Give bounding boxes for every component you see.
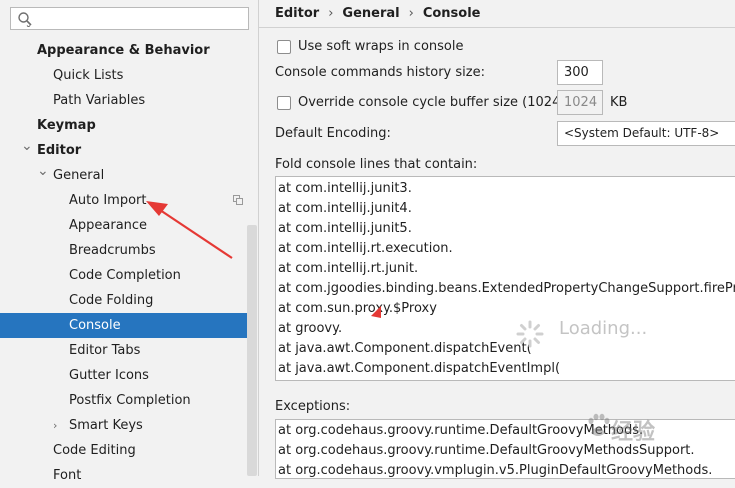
breadcrumb-separator: ›: [328, 6, 334, 21]
history-size-input[interactable]: 300: [557, 60, 603, 85]
breadcrumb-console: Console: [422, 6, 481, 21]
fold-lines-label: Fold console lines that contain:: [275, 157, 478, 172]
override-buffer-label: Override console cycle buffer size (1024…: [298, 95, 587, 110]
soft-wraps-label: Use soft wraps in console: [298, 39, 464, 54]
sidebar-item-keymap[interactable]: Keymap: [0, 113, 257, 138]
list-item[interactable]: at com.intellij.junit5.: [278, 219, 412, 239]
sidebar-item-auto-import[interactable]: Auto Import: [0, 188, 257, 213]
sidebar-item-appearance[interactable]: Appearance: [0, 213, 257, 238]
sidebar-scrollbar[interactable]: [247, 225, 257, 476]
list-item[interactable]: at com.intellij.rt.junit.: [278, 259, 418, 279]
sidebar-item-label: Gutter Icons: [69, 368, 149, 383]
list-item[interactable]: at com.intellij.junit4.: [278, 199, 412, 219]
loading-spinner-icon: [516, 320, 544, 348]
list-item[interactable]: at com.intellij.junit3.: [278, 179, 412, 199]
breadcrumb-separator: ›: [408, 6, 414, 21]
search-input[interactable]: [35, 10, 244, 29]
sidebar-item-postfix-completion[interactable]: Postfix Completion: [0, 388, 257, 413]
sidebar-item-label: Code Editing: [53, 443, 136, 458]
sidebar-item-label: Console: [69, 318, 121, 333]
encoding-dropdown[interactable]: <System Default: UTF-8>: [557, 121, 735, 146]
chevron-down-icon[interactable]: ⌄: [37, 159, 49, 184]
sidebar-item-code-editing[interactable]: Code Editing: [0, 438, 257, 463]
sidebar-item-path-variables[interactable]: Path Variables: [0, 88, 257, 113]
sidebar-item-label: Appearance: [69, 218, 148, 233]
header-divider: [259, 27, 735, 28]
sidebar-item-label: Code Completion: [69, 268, 181, 283]
list-item[interactable]: at com.jgoodies.binding.beans.ExtendedPr…: [278, 279, 735, 299]
sidebar-item-general[interactable]: ⌄ General: [0, 163, 257, 188]
sidebar-item-label: Path Variables: [53, 93, 146, 108]
list-item[interactable]: at java.awt.Component.dispatchEvent(: [278, 339, 532, 359]
sidebar-item-label: Keymap: [37, 118, 96, 133]
sidebar-item-quick-lists[interactable]: Quick Lists: [0, 63, 257, 88]
sidebar-item-console[interactable]: Console: [0, 313, 257, 338]
sidebar-item-gutter-icons[interactable]: Gutter Icons: [0, 363, 257, 388]
sidebar-item-label: Appearance & Behavior: [37, 43, 210, 58]
sidebar-item-label: Smart Keys: [69, 418, 143, 433]
sidebar-item-code-completion[interactable]: Code Completion: [0, 263, 257, 288]
override-buffer-checkbox[interactable]: [277, 96, 291, 110]
settings-sidebar: Appearance & Behavior Quick Lists Path Var…: [0, 0, 259, 483]
sidebar-item-label: Quick Lists: [53, 68, 124, 83]
sidebar-item-editor-tabs[interactable]: Editor Tabs: [0, 338, 257, 363]
default-encoding-label: Default Encoding:: [275, 126, 391, 141]
chevron-down-icon[interactable]: ⌄: [21, 134, 33, 159]
settings-search-box[interactable]: [10, 7, 249, 30]
sidebar-item-label: Postfix Completion: [69, 393, 191, 408]
exceptions-list[interactable]: at org.codehaus.groovy.runtime.DefaultGr…: [275, 419, 735, 479]
sidebar-item-label: Auto Import: [69, 193, 147, 208]
sidebar-item-code-folding[interactable]: Code Folding: [0, 288, 257, 313]
soft-wraps-checkbox[interactable]: [277, 40, 291, 54]
loading-text: Loading...: [559, 318, 648, 339]
console-settings-panel: Editor › General › Console Use soft wraps in…: [259, 0, 735, 479]
sidebar-item-appearance-behavior[interactable]: Appearance & Behavior: [0, 38, 257, 63]
watermark: 经验: [611, 420, 656, 445]
fold-lines-list[interactable]: at com.intellij.junit3. at com.intellij.j…: [275, 176, 735, 381]
list-item[interactable]: at com.sun.proxy.$Proxy: [278, 299, 437, 319]
sidebar-item-label: Code Folding: [69, 293, 154, 308]
chevron-right-icon[interactable]: ›: [53, 413, 57, 438]
breadcrumb-editor[interactable]: Editor: [275, 6, 319, 21]
sidebar-item-label: Editor Tabs: [69, 343, 141, 358]
breadcrumb-general[interactable]: General: [342, 6, 399, 21]
buffer-unit-label: KB: [610, 95, 628, 110]
sidebar-item-label: General: [53, 168, 105, 183]
buffer-size-input[interactable]: 1024: [557, 90, 603, 115]
exceptions-label: Exceptions:: [275, 399, 351, 414]
sidebar-item-breadcrumbs[interactable]: Breadcrumbs: [0, 238, 257, 263]
sidebar-item-label: Breadcrumbs: [69, 243, 156, 258]
list-item[interactable]: at org.codehaus.groovy.vmplugin.v5.Plugi…: [278, 461, 712, 478]
search-icon: [18, 12, 32, 27]
list-item[interactable]: at com.intellij.rt.execution.: [278, 239, 453, 259]
history-size-label: Console commands history size:: [275, 65, 485, 80]
sidebar-item-smart-keys[interactable]: › Smart Keys: [0, 413, 257, 438]
breadcrumb: Editor › General › Console: [275, 6, 480, 21]
project-level-icon: [233, 195, 243, 205]
list-item[interactable]: at groovy.: [278, 319, 342, 339]
list-item[interactable]: at java.awt.Component.dispatchEventImpl(: [278, 359, 560, 379]
watermark-paw-icon: [588, 413, 610, 436]
